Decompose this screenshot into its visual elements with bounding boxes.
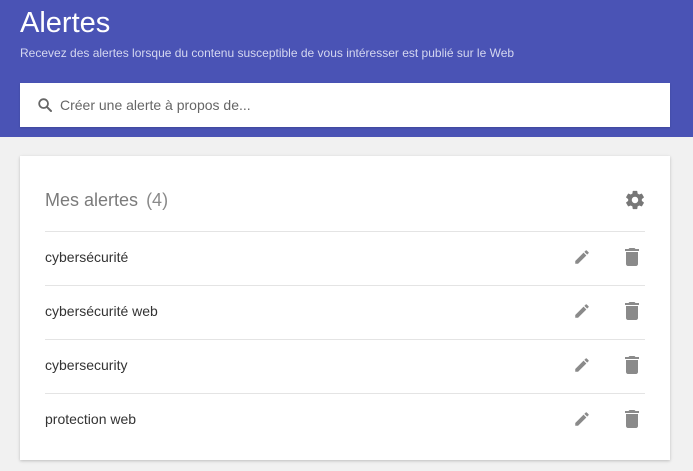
- search-icon: [38, 98, 52, 112]
- alerts-heading: Mes alertes (4): [45, 189, 168, 211]
- pencil-icon[interactable]: [573, 410, 591, 428]
- alert-label[interactable]: cybersécurité web: [45, 302, 158, 320]
- page-title: Alertes: [20, 7, 111, 39]
- alert-label[interactable]: cybersecurity: [45, 356, 127, 374]
- alert-list: cybersécurité cybersécurité web cybersec…: [45, 231, 645, 447]
- gear-icon[interactable]: [624, 189, 646, 211]
- trash-icon[interactable]: [625, 410, 639, 428]
- pencil-icon[interactable]: [573, 356, 591, 374]
- alert-item[interactable]: cybersécurité web: [45, 285, 645, 339]
- alerts-card: Mes alertes (4) cybersécurité cybersécur…: [20, 156, 670, 460]
- alert-item[interactable]: cybersecurity: [45, 339, 645, 393]
- search-box[interactable]: [20, 83, 670, 127]
- alert-item[interactable]: protection web: [45, 393, 645, 447]
- pencil-icon[interactable]: [573, 302, 591, 320]
- search-input[interactable]: [60, 83, 660, 127]
- pencil-icon[interactable]: [573, 248, 591, 266]
- alert-label[interactable]: protection web: [45, 410, 136, 428]
- page-subtitle: Recevez des alertes lorsque du contenu s…: [20, 46, 515, 60]
- trash-icon[interactable]: [625, 248, 639, 266]
- trash-icon[interactable]: [625, 302, 639, 320]
- page-header: Alertes Recevez des alertes lorsque du c…: [0, 0, 693, 137]
- alerts-count: (4): [146, 190, 169, 210]
- alert-item[interactable]: cybersécurité: [45, 231, 645, 285]
- trash-icon[interactable]: [625, 356, 639, 374]
- alerts-heading-label: Mes alertes: [45, 190, 139, 210]
- alert-label[interactable]: cybersécurité: [45, 248, 128, 266]
